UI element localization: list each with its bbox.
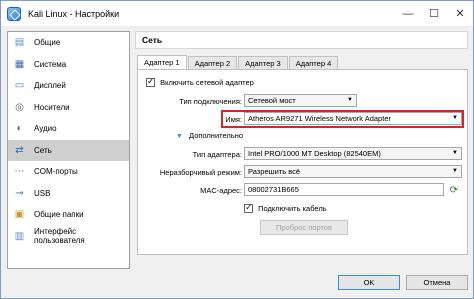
usb-icon: ⊸: [15, 187, 24, 199]
audio-icon: ◐: [16, 123, 23, 135]
title-bar: Kali Linux - Настройки — ☐ ✕: [1, 1, 473, 26]
advanced-toggle[interactable]: ▼ Дополнительно: [176, 131, 243, 140]
sidebar-item-display[interactable]: ▭ Дисплей: [8, 75, 129, 97]
promiscuous-mode-select[interactable]: Разрешить всё ▼: [244, 165, 462, 178]
enable-adapter-row: Включить сетевой адаптер: [146, 76, 254, 87]
tab-adapter-3[interactable]: Адаптер 3: [238, 56, 288, 70]
close-button[interactable]: ✕: [447, 1, 473, 26]
adapter-tabs: Адаптер 1 Адаптер 2 Адаптер 3 Адаптер 4: [137, 55, 339, 70]
sidebar-item-system[interactable]: ▦ Система: [8, 54, 129, 76]
general-icon: ▤: [14, 37, 25, 49]
sidebar-item-shared-folders[interactable]: ▣ Общие папки: [8, 204, 129, 226]
adapter-panel: Включить сетевой адаптер Тип подключения…: [137, 69, 468, 255]
enable-adapter-label: Включить сетевой адаптер: [160, 77, 254, 87]
window-title: Kali Linux - Настройки: [28, 8, 120, 19]
adapter-name-select[interactable]: Atheros AR9271 Wireless Network Adapter …: [244, 112, 462, 125]
sidebar-item-user-interface[interactable]: ▥ Интерфейс пользователя: [8, 226, 129, 248]
sidebar-item-label: Интерфейс пользователя: [34, 227, 85, 246]
attached-to-select[interactable]: Сетевой мост ▼: [244, 94, 357, 107]
expand-triangle-icon: ▼: [176, 133, 183, 140]
sidebar-item-label: Сеть: [34, 145, 52, 155]
maximize-button[interactable]: ☐: [421, 1, 447, 26]
network-settings-content: Сеть Адаптер 1 Адаптер 2 Адаптер 3 Адапт…: [135, 31, 468, 269]
cancel-button[interactable]: Отмена: [406, 275, 468, 290]
mac-address-input[interactable]: 08002731B665: [244, 183, 444, 196]
storage-icon: ◎: [15, 101, 24, 113]
mac-address-label: MAC-адрес:: [200, 186, 242, 195]
port-forwarding-button[interactable]: Проброс портов: [260, 220, 348, 235]
settings-window: Kali Linux - Настройки — ☐ ✕ ▤ Общие ▦ Сист…: [0, 0, 474, 299]
regenerate-mac-refresh-icon[interactable]: ⟳: [448, 184, 460, 196]
cable-connected-checkbox[interactable]: [244, 202, 253, 213]
sidebar-item-audio[interactable]: ◐ Аудио: [8, 118, 129, 140]
advanced-label: Дополнительно: [189, 131, 244, 140]
adapter-type-value: Intel PRO/1000 MT Desktop (82540EM): [248, 149, 381, 158]
network-icon: ⇄: [15, 144, 24, 156]
tab-adapter-4[interactable]: Адаптер 4: [288, 56, 339, 70]
ok-button[interactable]: OK: [338, 275, 400, 290]
cable-connected-row: Подключить кабель: [244, 202, 327, 213]
user-interface-icon: ▥: [14, 230, 25, 242]
sidebar-item-label: COM-порты: [34, 167, 78, 177]
sidebar-item-label: USB: [34, 188, 51, 198]
chevron-down-icon: ▼: [452, 150, 458, 156]
sidebar-item-network[interactable]: ⇄ Сеть: [8, 139, 129, 161]
tab-adapter-1[interactable]: Адаптер 1: [137, 55, 187, 70]
chevron-down-icon: ▼: [347, 97, 353, 103]
sidebar-item-label: Общие: [34, 38, 61, 48]
sidebar-item-serial-ports[interactable]: ⋯ COM-порты: [8, 161, 129, 183]
name-label: Имя:: [225, 115, 242, 124]
promiscuous-mode-label: Неразборчивый режим:: [159, 168, 242, 177]
adapter-type-select[interactable]: Intel PRO/1000 MT Desktop (82540EM) ▼: [244, 147, 462, 160]
adapter-type-label: Тип адаптера:: [192, 150, 242, 159]
virtualbox-app-icon: [7, 6, 21, 21]
sidebar-item-general[interactable]: ▤ Общие: [8, 32, 129, 54]
tab-adapter-2[interactable]: Адаптер 2: [187, 56, 238, 70]
sidebar-item-usb[interactable]: ⊸ USB: [8, 183, 129, 205]
chevron-down-icon: ▼: [452, 115, 458, 121]
enable-adapter-checkbox[interactable]: [146, 76, 155, 87]
serial-ports-icon: ⋯: [14, 166, 25, 178]
chevron-down-icon: ▼: [452, 168, 458, 174]
attached-to-value: Сетевой мост: [248, 96, 296, 105]
display-icon: ▭: [14, 80, 25, 92]
sidebar-item-label: Система: [34, 59, 67, 69]
sidebar-item-label: Аудио: [34, 124, 57, 134]
promiscuous-mode-value: Разрешить всё: [248, 167, 301, 176]
section-title: Сеть: [135, 31, 468, 49]
attached-to-label: Тип подключения:: [179, 97, 242, 106]
cable-connected-label: Подключить кабель: [258, 203, 327, 213]
sidebar-item-label: Носители: [34, 102, 70, 112]
shared-folders-icon: ▣: [14, 209, 25, 221]
system-icon: ▦: [14, 58, 25, 70]
sidebar-item-label: Дисплей: [34, 81, 66, 91]
minimize-button[interactable]: —: [395, 1, 421, 26]
sidebar-item-label: Общие папки: [34, 210, 84, 220]
adapter-name-value: Atheros AR9271 Wireless Network Adapter: [248, 114, 391, 123]
sidebar-item-storage[interactable]: ◎ Носители: [8, 97, 129, 119]
settings-sidebar: ▤ Общие ▦ Система ▭ Дисплей ◎ Носители ◐ Аудио ⇄ Се…: [7, 31, 130, 269]
